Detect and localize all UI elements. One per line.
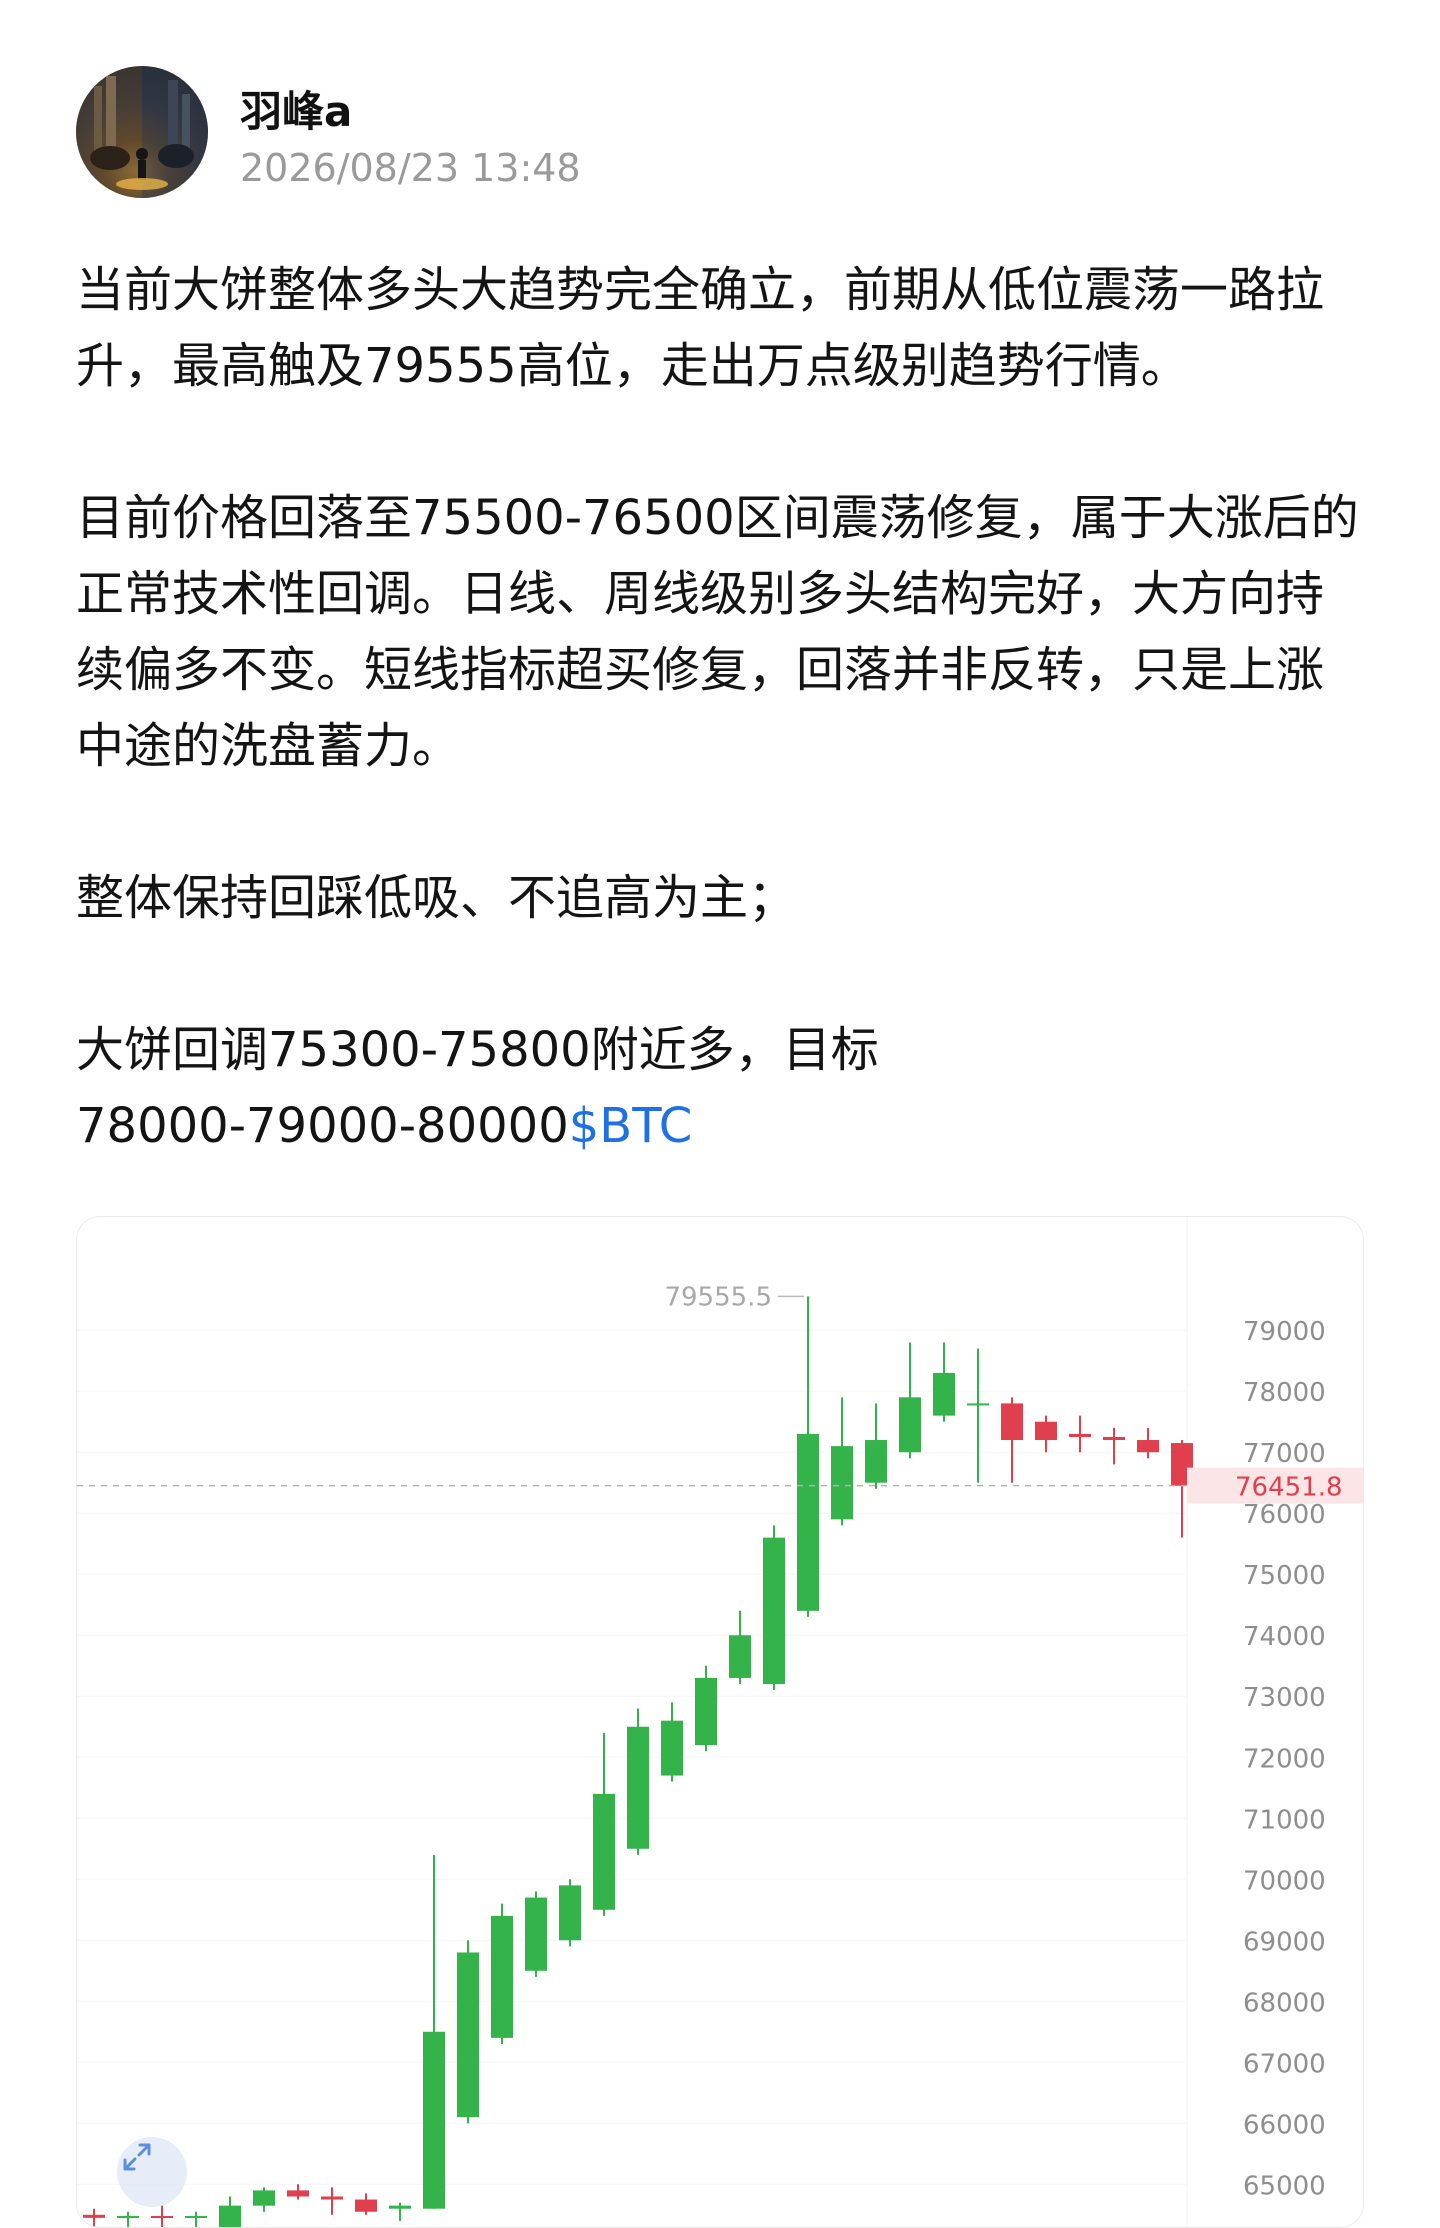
expand-icon [123,2143,151,2171]
post-paragraph: 当前大饼整体多头大趋势完全确立，前期从低位震荡一路拉升，最高触及79555高位，… [76,262,1325,394]
post-header: 羽峰a 2026/08/23 13:48 [76,66,1376,200]
candle-body [287,2190,309,2197]
expand-button[interactable] [117,2137,187,2207]
candle-body [593,1793,615,1910]
candlestick-chart: 79000 78000 77000 76000 75000 74000 73000 72000… [77,1217,1363,2227]
high-price-label: 79555.5 [664,1282,772,1312]
candle-body [83,2214,105,2218]
candle-body [1035,1421,1057,1441]
y-tick-label: 79000 [1243,1317,1326,1347]
candle-body [219,2205,241,2227]
post-content: 当前大饼整体多头大趋势完全确立，前期从低位震荡一路拉升，最高触及79555高位，… [76,252,1366,1164]
candle-body [1137,1440,1159,1453]
y-tick-label: 68000 [1243,1988,1326,2018]
candle-body [355,2199,377,2212]
candle-body [831,1446,853,1520]
candle-body [1103,1436,1125,1441]
y-tick-label: 72000 [1243,1744,1326,1774]
candle-body [491,1915,513,2038]
candle-body [1069,1433,1091,1437]
candle-body [865,1440,887,1483]
candle-body [185,2216,207,2219]
avatar[interactable] [76,66,208,198]
candle-body [253,2190,275,2206]
candle-body [321,2196,343,2200]
candle-body [933,1372,955,1416]
candle-body [899,1397,921,1453]
candle-body [797,1433,819,1611]
y-tick-label: 78000 [1243,1378,1326,1408]
post-paragraph-trade-plan: 大饼回调75300-75800附近多，目标 78000-79000-80000$… [76,1012,1366,1164]
candle-body [525,1897,547,1971]
y-tick-label: 75000 [1243,1561,1326,1591]
trade-plan-text: 大饼回调75300-75800附近多，目标 78000-79000-80000 [76,1022,879,1154]
candle-body [627,1726,649,1849]
y-tick-label: 69000 [1243,1927,1326,1957]
y-tick-label: 77000 [1243,1439,1326,1469]
post-paragraph: 整体保持回踩低吸、不追高为主； [76,870,797,926]
y-tick-label: 65000 [1243,2171,1326,2201]
candle-body [967,1403,989,1406]
candle-body [117,2216,139,2219]
candle-body [695,1677,717,1746]
candle-body [1001,1403,1023,1441]
post-paragraph: 目前价格回落至75500-76500区间震荡修复，属于大涨后的正常技术性回调。日… [76,490,1359,774]
y-tick-label: 70000 [1243,1866,1326,1896]
current-price-label: 76451.8 [1235,1473,1343,1503]
y-tick-label: 76000 [1243,1500,1326,1530]
y-tick-label: 73000 [1243,1683,1326,1713]
ticker-link[interactable]: $BTC [569,1098,693,1154]
y-tick-label: 66000 [1243,2110,1326,2140]
candle-body [729,1635,751,1678]
candle-body [151,2216,173,2219]
candle-body [457,1952,479,2118]
candle-body [559,1885,581,1941]
candle-body [423,2031,445,2209]
y-tick-label: 71000 [1243,1805,1326,1835]
avatar-illustration [76,66,208,198]
price-chart-card[interactable]: 79000 78000 77000 76000 75000 74000 73000 72000… [76,1216,1364,2228]
candle-body [763,1537,785,1685]
y-tick-label: 74000 [1243,1622,1326,1652]
y-tick-label: 67000 [1243,2049,1326,2079]
candle-body [661,1720,683,1776]
post-timestamp: 2026/08/23 13:48 [240,146,581,190]
author-name[interactable]: 羽峰a [240,78,352,139]
candle-body [389,2205,411,2209]
